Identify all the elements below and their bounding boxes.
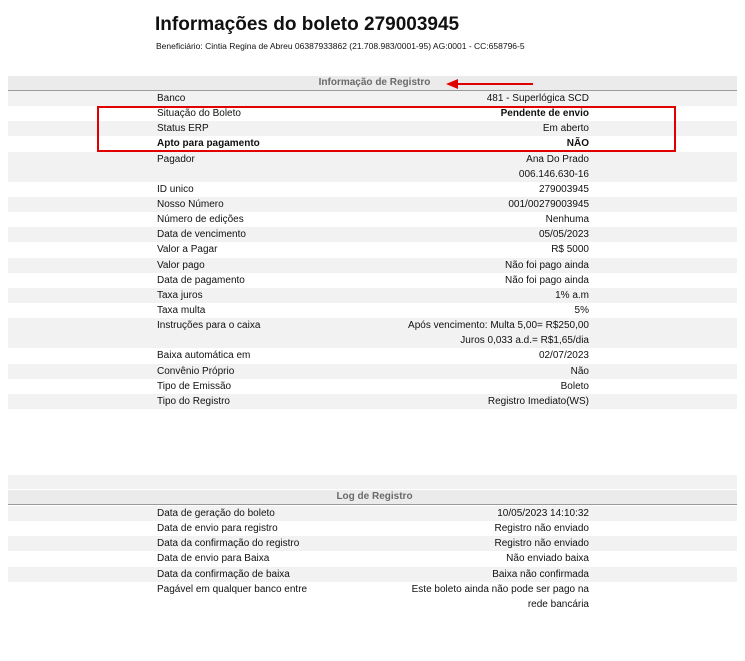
table-row: Taxa juros 1% a.m	[8, 287, 737, 303]
row-value: Registro não enviado	[494, 523, 589, 535]
row-value: Baixa não confirmada	[492, 568, 589, 580]
row-label: Número de edições	[157, 214, 244, 226]
row-value: Registro não enviado	[494, 538, 589, 550]
row-label: Data de vencimento	[157, 229, 246, 241]
row-label: Taxa multa	[157, 304, 206, 316]
row-label: Taxa juros	[157, 289, 203, 301]
row-value: 481 - Superlógica SCD	[486, 93, 589, 104]
row-label: Baixa automática em	[157, 350, 251, 362]
table-row: Pagável em qualquer banco entre Este bole…	[8, 582, 737, 597]
row-value: 10/05/2023 14:10:32	[497, 508, 589, 519]
row-label: Data da confirmação do registro	[157, 538, 300, 550]
row-label: Data de pagamento	[157, 274, 245, 286]
row-value: Após vencimento: Multa 5,00= R$250,00	[408, 320, 589, 332]
row-label: Instruções para o caixa	[157, 320, 261, 332]
section-divider-band	[8, 475, 737, 489]
row-label: Nosso Número	[157, 198, 224, 210]
row-value: 5%	[574, 304, 589, 316]
row-value: Juros 0,033 a.d.= R$1,65/dia	[460, 335, 589, 347]
table-row: Baixa automática em 02/07/2023	[8, 348, 737, 363]
table-row: Data de vencimento 05/05/2023	[8, 227, 737, 243]
row-label: Banco	[157, 93, 186, 104]
row-value: R$ 5000	[551, 244, 589, 256]
row-label: Data de envio para Baixa	[157, 553, 270, 565]
log-table: Data de geração do boleto 10/05/2023 14:1…	[8, 506, 737, 612]
row-label: Tipo do Registro	[157, 395, 230, 407]
row-value: 006.146.630-16	[518, 168, 589, 180]
log-section-header: Log de Registro	[8, 490, 737, 505]
row-value: 279003945	[538, 183, 589, 195]
table-row: Banco 481 - Superlógica SCD	[8, 91, 737, 107]
registro-section-header: Informação de Registro	[8, 76, 737, 91]
row-label: Pagador	[157, 153, 195, 165]
table-row: Data de envio para registro Registro não …	[8, 521, 737, 536]
table-row: Pagador Ana Do Prado	[8, 151, 737, 167]
table-row: Valor pago Não foi pago ainda	[8, 257, 737, 273]
table-row: Instruções para o caixa Após vencimento: …	[8, 318, 737, 334]
row-value: 001/00279003945	[508, 198, 589, 210]
table-row: 006.146.630-16	[8, 166, 737, 182]
row-value: Nenhuma	[545, 214, 589, 226]
table-row: Tipo do Registro Registro Imediato(WS)	[8, 393, 737, 409]
registro-section-title: Informação de Registro	[318, 77, 431, 88]
row-label: Convênio Próprio	[157, 365, 235, 377]
row-value: rede bancária	[527, 598, 589, 610]
table-row: rede bancária	[8, 597, 737, 612]
table-row: Data de pagamento Não foi pago ainda	[8, 273, 737, 288]
table-row: Nosso Número 001/00279003945	[8, 196, 737, 213]
table-row: Data da confirmação de baixa Baixa não co…	[8, 566, 737, 582]
table-row: ID unico 279003945	[8, 182, 737, 197]
row-value: Não foi pago ainda	[505, 259, 589, 271]
table-row: Número de edições Nenhuma	[8, 212, 737, 227]
row-value: Boleto	[560, 380, 589, 392]
row-value: Não	[570, 365, 589, 377]
row-label: Valor a Pagar	[157, 244, 218, 256]
table-row: Convênio Próprio Não	[8, 363, 737, 379]
row-label: Valor pago	[157, 259, 205, 271]
row-label: Pagável em qualquer banco entre	[157, 583, 308, 595]
row-label: Data de envio para registro	[157, 523, 278, 535]
row-value: 1% a.m	[555, 289, 589, 301]
table-row: Data de geração do boleto 10/05/2023 14:1…	[8, 506, 737, 522]
row-value: 02/07/2023	[538, 350, 589, 362]
row-value: Este boleto ainda não pode ser pago na	[411, 583, 589, 595]
beneficiary-line: Beneficiário: Cintia Regina de Abreu 063…	[156, 41, 525, 51]
table-row: Tipo de Emissão Boleto	[8, 379, 737, 394]
row-value: Ana Do Prado	[526, 153, 589, 165]
row-value: 05/05/2023	[538, 229, 589, 241]
page-title: Informações do boleto 279003945	[155, 14, 460, 35]
row-label: Data de geração do boleto	[157, 508, 275, 519]
row-value: Não foi pago ainda	[505, 274, 589, 286]
row-value: Registro Imediato(WS)	[487, 395, 589, 407]
table-row: Data da confirmação do registro Registro …	[8, 536, 737, 552]
row-label: Data da confirmação de baixa	[157, 568, 290, 580]
row-value: Não enviado baixa	[506, 553, 589, 565]
row-label: Tipo de Emissão	[157, 380, 232, 392]
table-row: Valor a Pagar R$ 5000	[8, 242, 737, 257]
table-row: Juros 0,033 a.d.= R$1,65/dia	[8, 333, 737, 349]
log-section-title: Log de Registro	[336, 491, 413, 502]
red-arrow-annotation	[446, 79, 533, 89]
table-row: Data de envio para Baixa Não enviado baix…	[8, 551, 737, 566]
row-label: ID unico	[157, 183, 194, 195]
red-highlight-box	[97, 106, 676, 152]
table-row: Taxa multa 5%	[8, 303, 737, 318]
